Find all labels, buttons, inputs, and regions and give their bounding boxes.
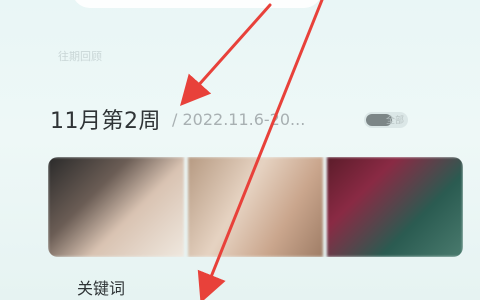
arrow-to-week-title <box>180 3 272 106</box>
annotation-arrows <box>180 0 324 300</box>
arrow-to-keywords <box>197 0 324 300</box>
